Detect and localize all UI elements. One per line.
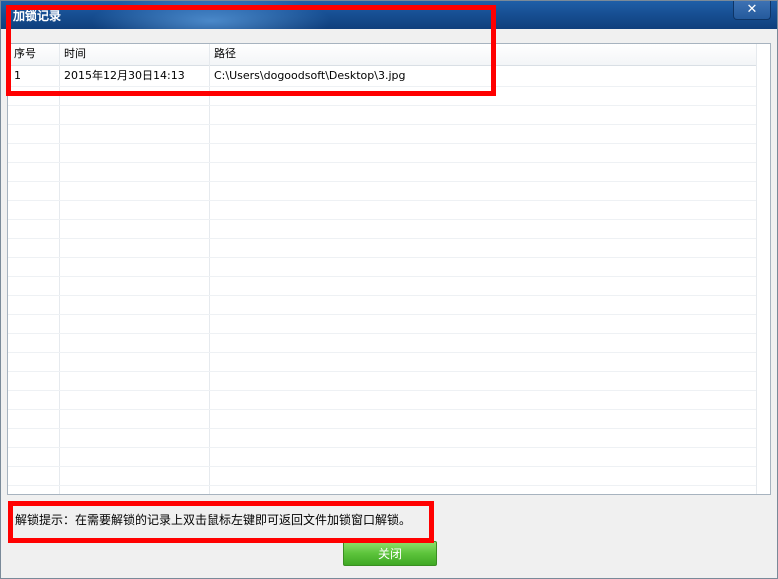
row-divider [8, 200, 770, 201]
row-divider [8, 181, 770, 182]
row-divider [8, 485, 770, 486]
row-divider [8, 86, 770, 87]
column-divider [59, 44, 60, 494]
row-divider [8, 390, 770, 391]
row-divider [8, 409, 770, 410]
lock-records-table: 序号 时间 路径 1 2015年12月30日14:13 C:\Users\dog… [7, 43, 771, 495]
close-icon[interactable]: ✕ [733, 1, 771, 20]
row-divider [8, 105, 770, 106]
vertical-scrollbar[interactable] [756, 44, 770, 494]
row-divider [8, 257, 770, 258]
column-divider [209, 44, 210, 494]
title-bar[interactable]: 加锁记录 ✕ [1, 1, 777, 29]
row-divider [8, 333, 770, 334]
column-header-time[interactable]: 时间 [64, 44, 86, 64]
row-divider [8, 124, 770, 125]
column-header-path[interactable]: 路径 [214, 44, 236, 64]
row-divider [8, 295, 770, 296]
close-button[interactable]: 关闭 [343, 541, 437, 566]
row-divider [8, 371, 770, 372]
row-divider [8, 162, 770, 163]
row-divider [8, 219, 770, 220]
dialog-title: 加锁记录 [13, 9, 62, 23]
row-divider [8, 314, 770, 315]
unlock-hint: 解锁提示：在需要解锁的记录上双击鼠标左键即可返回文件加锁窗口解锁。 [15, 513, 412, 527]
table-header: 序号 时间 路径 [8, 44, 770, 66]
lock-records-dialog: 加锁记录 ✕ 序号 时间 路径 1 2015年12月30日14:13 C:\Us… [0, 0, 778, 579]
row-divider [8, 466, 770, 467]
row-divider [8, 428, 770, 429]
row-divider [8, 352, 770, 353]
cell-path: C:\Users\dogoodsoft\Desktop\3.jpg [214, 69, 406, 82]
row-divider [8, 447, 770, 448]
cell-index: 1 [14, 69, 21, 82]
column-header-index[interactable]: 序号 [14, 44, 36, 64]
row-divider [8, 143, 770, 144]
row-divider [8, 238, 770, 239]
row-divider [8, 276, 770, 277]
cell-time: 2015年12月30日14:13 [64, 69, 185, 82]
